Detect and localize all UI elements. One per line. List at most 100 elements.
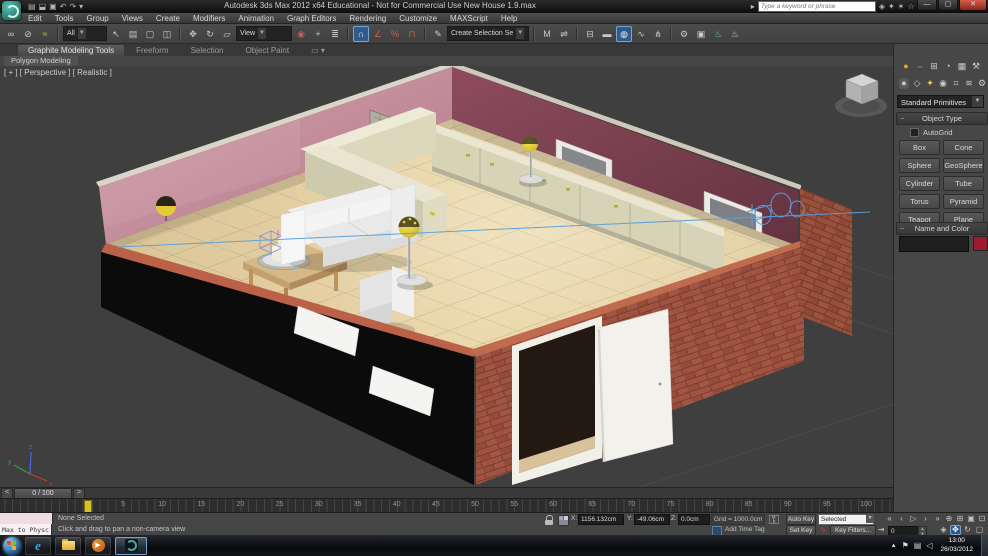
- motion-tab-icon[interactable]: ◔: [942, 60, 954, 73]
- window-crossing-icon[interactable]: ◫: [159, 26, 175, 42]
- selection-filter-dropdown[interactable]: All ▼: [63, 26, 107, 41]
- viewport-label[interactable]: [ + ] [ Perspective ] [ Realistic ]: [4, 68, 112, 77]
- name-and-color-rollout-header[interactable]: − Name and Color: [896, 222, 988, 235]
- object-name-input[interactable]: [899, 236, 969, 252]
- box-button[interactable]: Box: [899, 140, 940, 155]
- x-coordinate-field[interactable]: 1156.132cm: [578, 514, 624, 525]
- modify-tab-icon[interactable]: ⌢: [914, 60, 926, 73]
- minimize-button[interactable]: —: [917, 0, 937, 11]
- menu-customize[interactable]: Customize: [399, 14, 437, 23]
- favorites-star-icon[interactable]: ☆: [907, 2, 914, 12]
- cone-button[interactable]: Cone: [943, 140, 984, 155]
- render-iterative-icon[interactable]: ♨: [727, 26, 743, 42]
- torus-button[interactable]: Torus: [899, 194, 940, 209]
- ribbon-tab-freeform[interactable]: Freeform: [126, 45, 178, 56]
- sphere-button[interactable]: Sphere: [899, 158, 940, 173]
- dropdown-caret-icon[interactable]: ▼: [866, 514, 874, 523]
- default-in-out-tangent-icon[interactable]: ∿: [818, 525, 828, 535]
- select-object-icon[interactable]: ↖: [108, 26, 124, 42]
- ribbon-minimize-icon[interactable]: ▭ ▾: [301, 45, 335, 56]
- edit-named-selection-sets-icon[interactable]: ✎: [430, 26, 446, 42]
- taskbar-internet-explorer[interactable]: e: [25, 536, 51, 555]
- perspective-viewport[interactable]: [ + ] [ Perspective ] [ Realistic ] z x …: [0, 62, 894, 488]
- object-color-swatch[interactable]: [973, 236, 988, 251]
- lights-category-icon[interactable]: ✦: [924, 77, 936, 90]
- display-tab-icon[interactable]: ▦: [956, 60, 968, 73]
- tube-button[interactable]: Tube: [943, 176, 984, 191]
- field-of-view-icon[interactable]: ◈: [938, 525, 949, 535]
- y-coordinate-field[interactable]: -49.06cm: [634, 514, 670, 525]
- autogrid-checkbox[interactable]: AutoGrid: [910, 128, 953, 137]
- material-editor-icon[interactable]: ◍: [616, 25, 632, 42]
- orbit-icon[interactable]: ↻: [962, 525, 973, 535]
- zoom-all-icon[interactable]: ⊞: [955, 514, 965, 524]
- menu-group[interactable]: Group: [86, 14, 108, 23]
- infocenter-search-input[interactable]: [757, 1, 876, 12]
- taskbar-media-player[interactable]: ▶: [85, 536, 111, 555]
- geosphere-button[interactable]: GeoSphere: [943, 158, 984, 173]
- named-selection-dropdown[interactable]: Create Selection Se ▼: [447, 26, 529, 41]
- communication-center-icon[interactable]: ✶: [898, 2, 905, 12]
- taskbar-windows-explorer[interactable]: [55, 536, 81, 555]
- close-button[interactable]: ✕: [959, 0, 987, 11]
- play-animation-icon[interactable]: ▷: [908, 514, 919, 524]
- select-and-rotate-icon[interactable]: ↻: [202, 26, 218, 42]
- show-desktop-button[interactable]: [981, 535, 988, 556]
- previous-frame-icon[interactable]: ‹: [896, 514, 907, 524]
- binoculars-icon[interactable]: ◈: [879, 2, 885, 12]
- align-icon[interactable]: ⇌: [556, 26, 572, 42]
- systems-category-icon[interactable]: ⚙: [976, 77, 988, 90]
- go-to-end-icon[interactable]: »: [932, 514, 943, 524]
- select-and-scale-icon[interactable]: ▱: [219, 26, 235, 42]
- schematic-view-icon[interactable]: ⋔: [650, 26, 666, 42]
- render-setup-icon[interactable]: ⚙: [676, 26, 692, 42]
- reference-coordinate-dropdown[interactable]: View ▼: [236, 26, 292, 41]
- volume-icon[interactable]: ◁: [926, 541, 932, 550]
- polygon-modeling-panel-tab[interactable]: Polygon Modeling: [4, 56, 78, 66]
- z-coordinate-field[interactable]: 0.0cm: [678, 514, 710, 525]
- set-key-mode-key-icon[interactable]: ⚿: [764, 513, 784, 533]
- absolute-offset-toggle-icon[interactable]: [558, 515, 569, 526]
- ribbon-tab-object-paint[interactable]: Object Paint: [236, 45, 300, 56]
- action-center-flag-icon[interactable]: ⚑: [902, 541, 909, 550]
- zoom-extents-icon[interactable]: ▣: [966, 514, 976, 524]
- spinner-snap-icon[interactable]: ⊓: [404, 26, 420, 42]
- menu-help[interactable]: Help: [501, 14, 517, 23]
- curve-editor-icon[interactable]: ∿: [633, 26, 649, 42]
- search-history-icon[interactable]: ▸: [751, 2, 755, 12]
- zoom-region-icon[interactable]: ⊡: [977, 514, 987, 524]
- menu-graph-editors[interactable]: Graph Editors: [287, 14, 336, 23]
- maximize-viewport-toggle-icon[interactable]: ▢: [974, 525, 985, 535]
- utilities-tab-icon[interactable]: ⚒: [970, 60, 982, 73]
- snaps-toggle-icon[interactable]: ∩: [353, 25, 369, 42]
- select-and-manipulate-icon[interactable]: +: [310, 26, 326, 42]
- select-and-move-icon[interactable]: ✥: [185, 26, 201, 42]
- rendered-frame-window-icon[interactable]: ▣: [693, 26, 709, 42]
- primitive-category-dropdown[interactable]: Standard Primitives ▼: [897, 95, 984, 108]
- helpers-category-icon[interactable]: ⌗: [950, 77, 962, 90]
- geometry-category-icon[interactable]: ●: [898, 77, 910, 90]
- angle-snap-icon[interactable]: ∠: [370, 26, 386, 42]
- create-tab-icon[interactable]: ●: [900, 60, 912, 73]
- next-frame-icon[interactable]: ›: [920, 514, 931, 524]
- select-by-name-icon[interactable]: ▤: [125, 26, 141, 42]
- object-type-rollout-header[interactable]: − Object Type: [896, 112, 988, 125]
- use-pivot-center-icon[interactable]: ◉: [293, 26, 309, 42]
- cameras-category-icon[interactable]: ◉: [937, 77, 949, 90]
- network-icon[interactable]: ▤: [914, 541, 922, 550]
- hierarchy-tab-icon[interactable]: ⊞: [928, 60, 940, 73]
- rectangular-selection-region-icon[interactable]: ▢: [142, 26, 158, 42]
- ribbon-tab-selection[interactable]: Selection: [181, 45, 234, 56]
- render-production-icon[interactable]: ♨: [710, 26, 726, 42]
- ribbon-toggle-icon[interactable]: ▬: [599, 26, 615, 42]
- pan-view-icon[interactable]: ✥: [950, 525, 961, 535]
- track-bar[interactable]: 5 10 15 20 25 30 35 40 45 50 55 60 65 70 75 80 85 90 95 100: [0, 498, 893, 514]
- unlink-selection-icon[interactable]: ⊘: [20, 26, 36, 42]
- key-mode-toggle-icon[interactable]: ⇥: [876, 525, 886, 535]
- taskbar-3ds-max-running[interactable]: [115, 536, 147, 555]
- go-to-start-icon[interactable]: «: [884, 514, 895, 524]
- menu-modifiers[interactable]: Modifiers: [193, 14, 225, 23]
- layer-manager-icon[interactable]: ⊟: [582, 26, 598, 42]
- shapes-category-icon[interactable]: ◇: [911, 77, 923, 90]
- menu-edit[interactable]: Edit: [28, 14, 42, 23]
